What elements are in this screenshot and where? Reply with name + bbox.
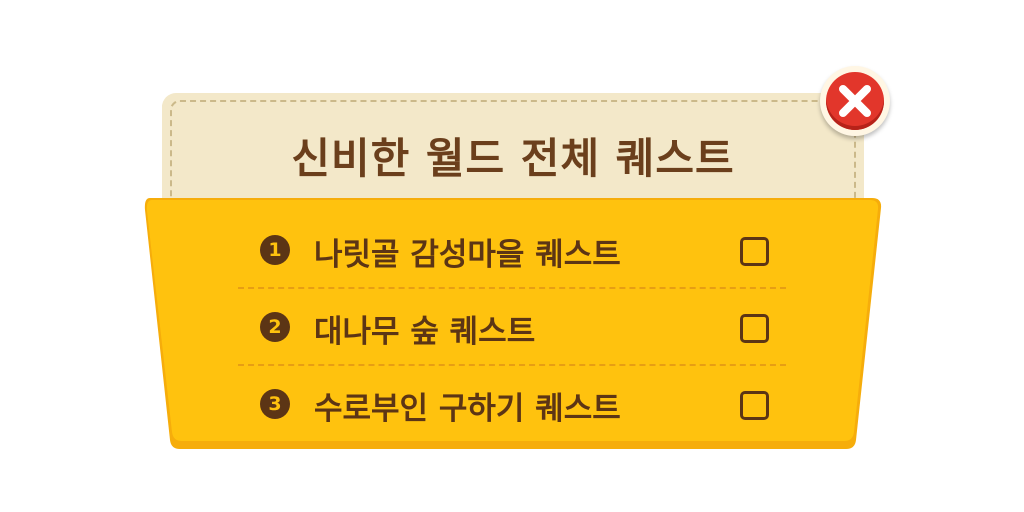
close-icon	[839, 85, 871, 117]
quest-label: 나릿골 감성마을 퀘스트	[314, 237, 621, 273]
quest-item-2[interactable]: 2 대나무 숲 퀘스트	[238, 287, 786, 364]
close-button[interactable]	[820, 66, 890, 136]
quest-checkbox[interactable]	[740, 237, 769, 266]
quest-list: 1 나릿골 감성마을 퀘스트 2 대나무 숲 퀘스트 3 수로부인 구하기 퀘스…	[238, 212, 786, 441]
quest-number-badge: 1	[260, 235, 290, 265]
quest-number-badge: 2	[260, 312, 290, 342]
quest-checkbox[interactable]	[740, 391, 769, 420]
quest-item-3[interactable]: 3 수로부인 구하기 퀘스트	[238, 364, 786, 441]
quest-label: 수로부인 구하기 퀘스트	[314, 391, 621, 427]
quest-label: 대나무 숲 퀘스트	[314, 314, 536, 350]
quest-number-badge: 3	[260, 389, 290, 419]
quest-item-1[interactable]: 1 나릿골 감성마을 퀘스트	[238, 212, 786, 287]
quest-checkbox[interactable]	[740, 314, 769, 343]
